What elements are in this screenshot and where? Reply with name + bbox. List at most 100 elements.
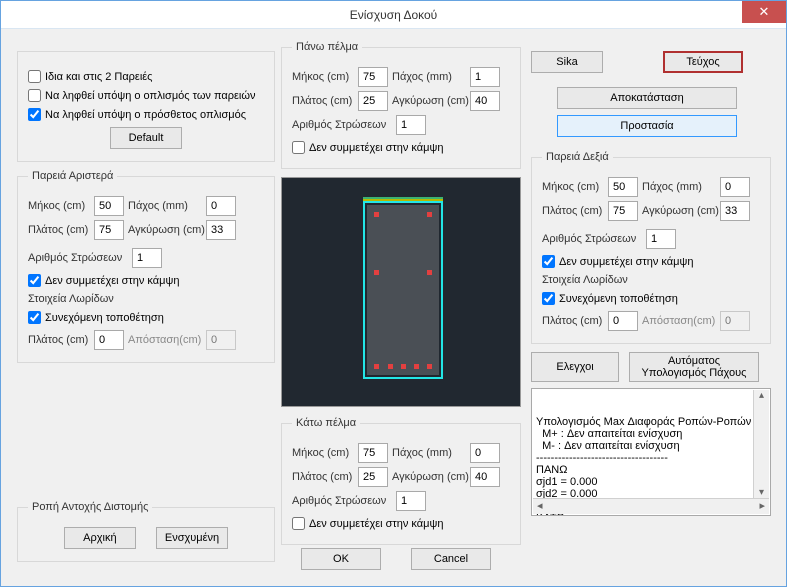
- bot-thickness-label: Πάχος (mm): [392, 447, 466, 459]
- bot-no-bending-chk[interactable]: [292, 517, 305, 530]
- top-flange-legend: Πάνω πέλμα: [292, 41, 362, 53]
- right-width-label: Πλάτος (cm): [542, 205, 604, 217]
- right-strip-width-input[interactable]: [608, 311, 638, 331]
- chk-additional-reinf-row: Να ληφθεί υπόψη ο πρόσθετος οπλισμός: [28, 108, 264, 121]
- scroll-left-icon: ◂: [537, 499, 543, 514]
- middle-column: Πάνω πέλμα Μήκος (cm) Πάχος (mm) Πλάτος …: [281, 41, 521, 553]
- right-thickness-input[interactable]: [720, 177, 750, 197]
- left-no-bending-chk[interactable]: [28, 274, 41, 287]
- close-button[interactable]: ✕: [742, 1, 786, 23]
- top-length-label: Μήκος (cm): [292, 71, 354, 83]
- top-no-bending-label: Δεν συμμετέχει στην κάμψη: [309, 142, 443, 154]
- right-anchor-label: Αγκύρωση (cm): [642, 205, 716, 217]
- top-no-bending-chk[interactable]: [292, 141, 305, 154]
- content-area: Ιδια και στις 2 Παρειές Να ληφθεί υπόψη …: [1, 29, 786, 586]
- left-no-bending-label: Δεν συμμετέχει στην κάμψη: [45, 275, 179, 287]
- left-thickness-label: Πάχος (mm): [128, 200, 202, 212]
- rebar-dot: [427, 364, 432, 369]
- bot-anchor-input[interactable]: [470, 467, 500, 487]
- top-width-input[interactable]: [358, 91, 388, 111]
- auto-thickness-button[interactable]: Αυτόματος Υπολογισμός Πάχους: [629, 352, 759, 382]
- chk-side-reinforcement[interactable]: [28, 89, 41, 102]
- bot-layers-label: Αριθμός Στρώσεων: [292, 495, 392, 507]
- bot-thickness-input[interactable]: [470, 443, 500, 463]
- right-length-input[interactable]: [608, 177, 638, 197]
- right-anchor-input[interactable]: [720, 201, 750, 221]
- rebar-dot: [374, 270, 379, 275]
- left-length-input[interactable]: [94, 196, 124, 216]
- left-strip-spacing-input: [206, 330, 236, 350]
- left-thickness-input[interactable]: [206, 196, 236, 216]
- section-moment-group: Ροπή Αντοχής Διστομής Αρχική Ενσχυμένη: [17, 501, 275, 562]
- rebar-dot: [414, 364, 419, 369]
- right-layers-input[interactable]: [646, 229, 676, 249]
- left-width-label: Πλάτος (cm): [28, 224, 90, 236]
- bot-width-input[interactable]: [358, 467, 388, 487]
- bot-anchor-label: Αγκύρωση (cm): [392, 471, 466, 483]
- window-title: Ενίσχυση Δοκού: [1, 8, 786, 22]
- chk-same-both-sides-label: Ιδια και στις 2 Παρειές: [45, 71, 153, 83]
- close-icon: ✕: [759, 4, 770, 20]
- left-continuous-label: Συνεχόμενη τοποθέτηση: [45, 312, 164, 324]
- left-side-group: Παρειά Αριστερά Μήκος (cm) Πάχος (mm) Πλ…: [17, 170, 275, 363]
- strengthened-section-button[interactable]: Ενσχυμένη: [156, 527, 228, 549]
- right-continuous-chk[interactable]: [542, 292, 555, 305]
- left-width-input[interactable]: [94, 220, 124, 240]
- top-flange-group: Πάνω πέλμα Μήκος (cm) Πάχος (mm) Πλάτος …: [281, 41, 521, 169]
- left-strip-spacing-label: Απόσταση(cm): [128, 334, 202, 346]
- teyxos-button[interactable]: Τεύχος: [663, 51, 743, 73]
- top-anchor-label: Αγκύρωση (cm): [392, 95, 466, 107]
- chk-same-both-sides-row: Ιδια και στις 2 Παρειές: [28, 70, 264, 83]
- bottom-buttons: OK Cancel: [301, 548, 491, 570]
- protect-button[interactable]: Προστασία: [557, 115, 737, 137]
- bot-layers-input[interactable]: [396, 491, 426, 511]
- options-group: Ιδια και στις 2 Παρειές Να ληφθεί υπόψη …: [17, 51, 275, 162]
- left-anchor-input[interactable]: [206, 220, 236, 240]
- titlebar: Ενίσχυση Δοκού ✕: [1, 1, 786, 29]
- chk-side-reinf-row: Να ληφθεί υπόψη ο οπλισμός των παρειών: [28, 89, 264, 102]
- left-strips-label: Στοιχεία Λωρίδων: [28, 293, 264, 305]
- top-anchor-input[interactable]: [470, 91, 500, 111]
- right-strip-spacing-input: [720, 311, 750, 331]
- right-length-label: Μήκος (cm): [542, 181, 604, 193]
- results-box[interactable]: Υπολογισμός Μax Διαφοράς Ροπών-Ροπών Α M…: [531, 388, 771, 516]
- restore-button[interactable]: Αποκατάσταση: [557, 87, 737, 109]
- top-layers-input[interactable]: [396, 115, 426, 135]
- original-section-button[interactable]: Αρχική: [64, 527, 136, 549]
- left-column: Ιδια και στις 2 Παρειές Να ληφθεί υπόψη …: [17, 51, 275, 371]
- left-continuous-chk[interactable]: [28, 311, 41, 324]
- right-no-bending-chk[interactable]: [542, 255, 555, 268]
- bot-length-input[interactable]: [358, 443, 388, 463]
- rebar-dot: [427, 270, 432, 275]
- bot-length-label: Μήκος (cm): [292, 447, 354, 459]
- rebar-dot: [427, 212, 432, 217]
- right-thickness-label: Πάχος (mm): [642, 181, 716, 193]
- section-moment-legend: Ροπή Αντοχής Διστομής: [28, 501, 152, 513]
- chk-same-both-sides[interactable]: [28, 70, 41, 83]
- right-side-legend: Παρειά Δεξιά: [542, 151, 613, 163]
- bottom-flange-legend: Κάτω πέλμα: [292, 417, 360, 429]
- scroll-right-icon: ▸: [759, 499, 765, 514]
- ok-button[interactable]: OK: [301, 548, 381, 570]
- top-thickness-input[interactable]: [470, 67, 500, 87]
- sika-button[interactable]: Sika: [531, 51, 603, 73]
- left-strip-width-input[interactable]: [94, 330, 124, 350]
- top-length-input[interactable]: [358, 67, 388, 87]
- results-scrollbar-v[interactable]: ▴▾: [753, 390, 769, 498]
- left-anchor-label: Αγκύρωση (cm): [128, 224, 202, 236]
- chk-additional-reinforcement[interactable]: [28, 108, 41, 121]
- right-strip-spacing-label: Απόσταση(cm): [642, 315, 716, 327]
- left-side-legend: Παρειά Αριστερά: [28, 170, 117, 182]
- chk-additional-reinforcement-label: Να ληφθεί υπόψη ο πρόσθετος οπλισμός: [45, 109, 246, 121]
- bottom-flange-group: Κάτω πέλμα Μήκος (cm) Πάχος (mm) Πλάτος …: [281, 417, 521, 545]
- results-scrollbar-h[interactable]: ◂▸: [533, 498, 769, 514]
- left-length-label: Μήκος (cm): [28, 200, 90, 212]
- checks-button[interactable]: Ελεγχοι: [531, 352, 619, 382]
- rebar-dot: [374, 364, 379, 369]
- left-layers-input[interactable]: [132, 248, 162, 268]
- cancel-button[interactable]: Cancel: [411, 548, 491, 570]
- right-width-input[interactable]: [608, 201, 638, 221]
- right-side-group: Παρειά Δεξιά Μήκος (cm) Πάχος (mm) Πλάτο…: [531, 151, 771, 344]
- default-button[interactable]: Default: [110, 127, 182, 149]
- top-thickness-label: Πάχος (mm): [392, 71, 466, 83]
